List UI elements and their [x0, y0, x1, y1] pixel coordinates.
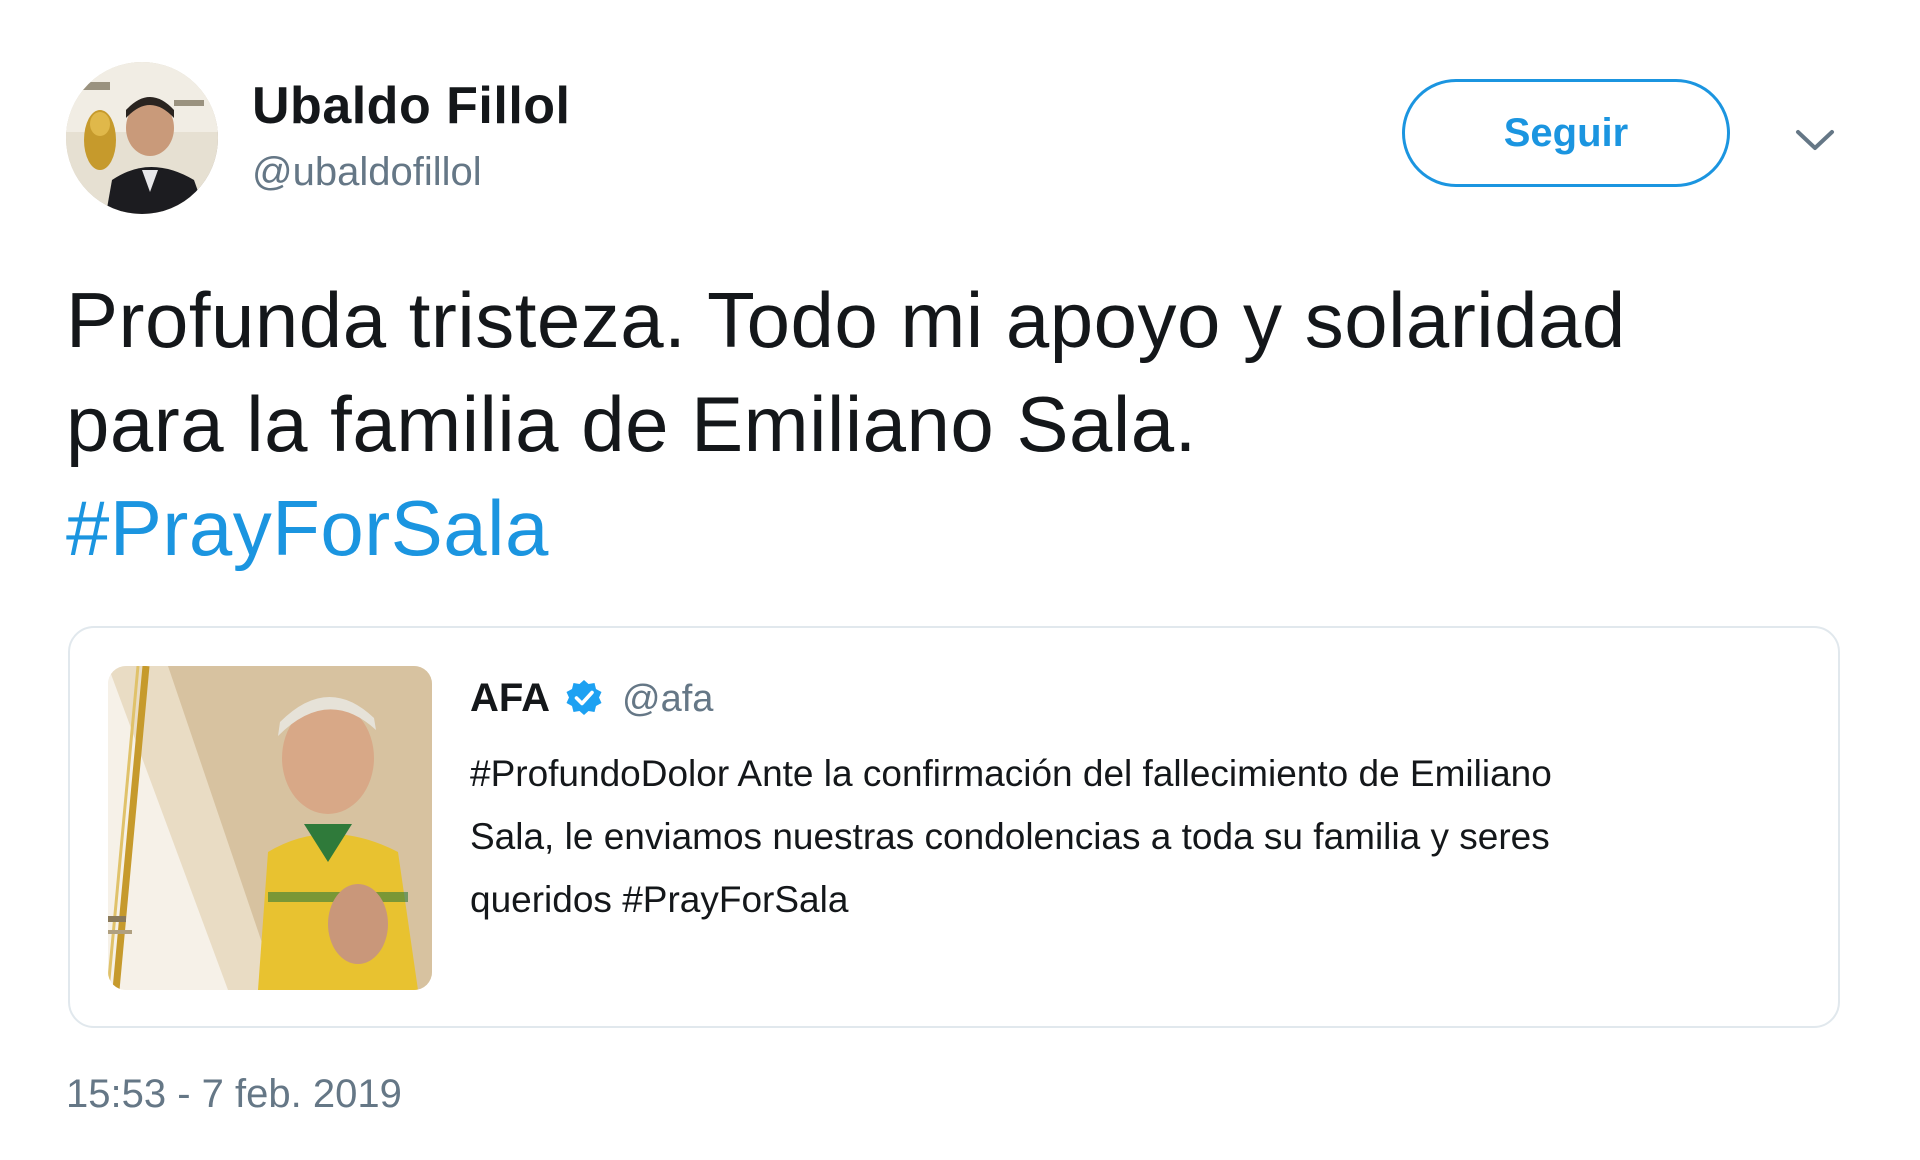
quoted-tweet[interactable]: AFA @afa #ProfundoDolor Ante la confirma…: [68, 626, 1840, 1028]
follow-button[interactable]: Seguir: [1402, 79, 1730, 187]
quoted-author-name[interactable]: AFA: [470, 676, 550, 721]
verified-badge-icon: [564, 678, 604, 718]
quoted-text-line: Sala, le enviamos nuestras condolencias …: [470, 816, 1550, 857]
author-name[interactable]: Ubaldo Fillol: [252, 76, 570, 136]
author-handle[interactable]: @ubaldofillol: [252, 150, 482, 195]
quoted-tweet-text: #ProfundoDolor Ante la confirmación del …: [470, 742, 1810, 931]
tweet-text: Profunda tristeza. Todo mi apoyo y solar…: [66, 268, 1846, 580]
quoted-tweet-image: [108, 666, 432, 990]
tweet-timestamp[interactable]: 15:53 - 7 feb. 2019: [66, 1072, 402, 1117]
tweet-text-line: para la familia de Emiliano Sala.: [66, 380, 1197, 468]
quoted-text-line: #ProfundoDolor Ante la confirmación del …: [470, 753, 1552, 794]
avatar[interactable]: [66, 62, 218, 214]
tweet-card: Ubaldo Fillol @ubaldofillol Seguir Profu…: [0, 0, 1920, 1160]
quoted-author-handle[interactable]: @afa: [622, 678, 713, 721]
avatar-photo: [66, 62, 218, 214]
quoted-text-line: queridos #PrayForSala: [470, 879, 849, 920]
chevron-down-icon[interactable]: [1790, 120, 1840, 160]
hashtag-link[interactable]: #PrayForSala: [66, 476, 1846, 580]
tweet-text-line: Profunda tristeza. Todo mi apoyo y solar…: [66, 276, 1626, 364]
